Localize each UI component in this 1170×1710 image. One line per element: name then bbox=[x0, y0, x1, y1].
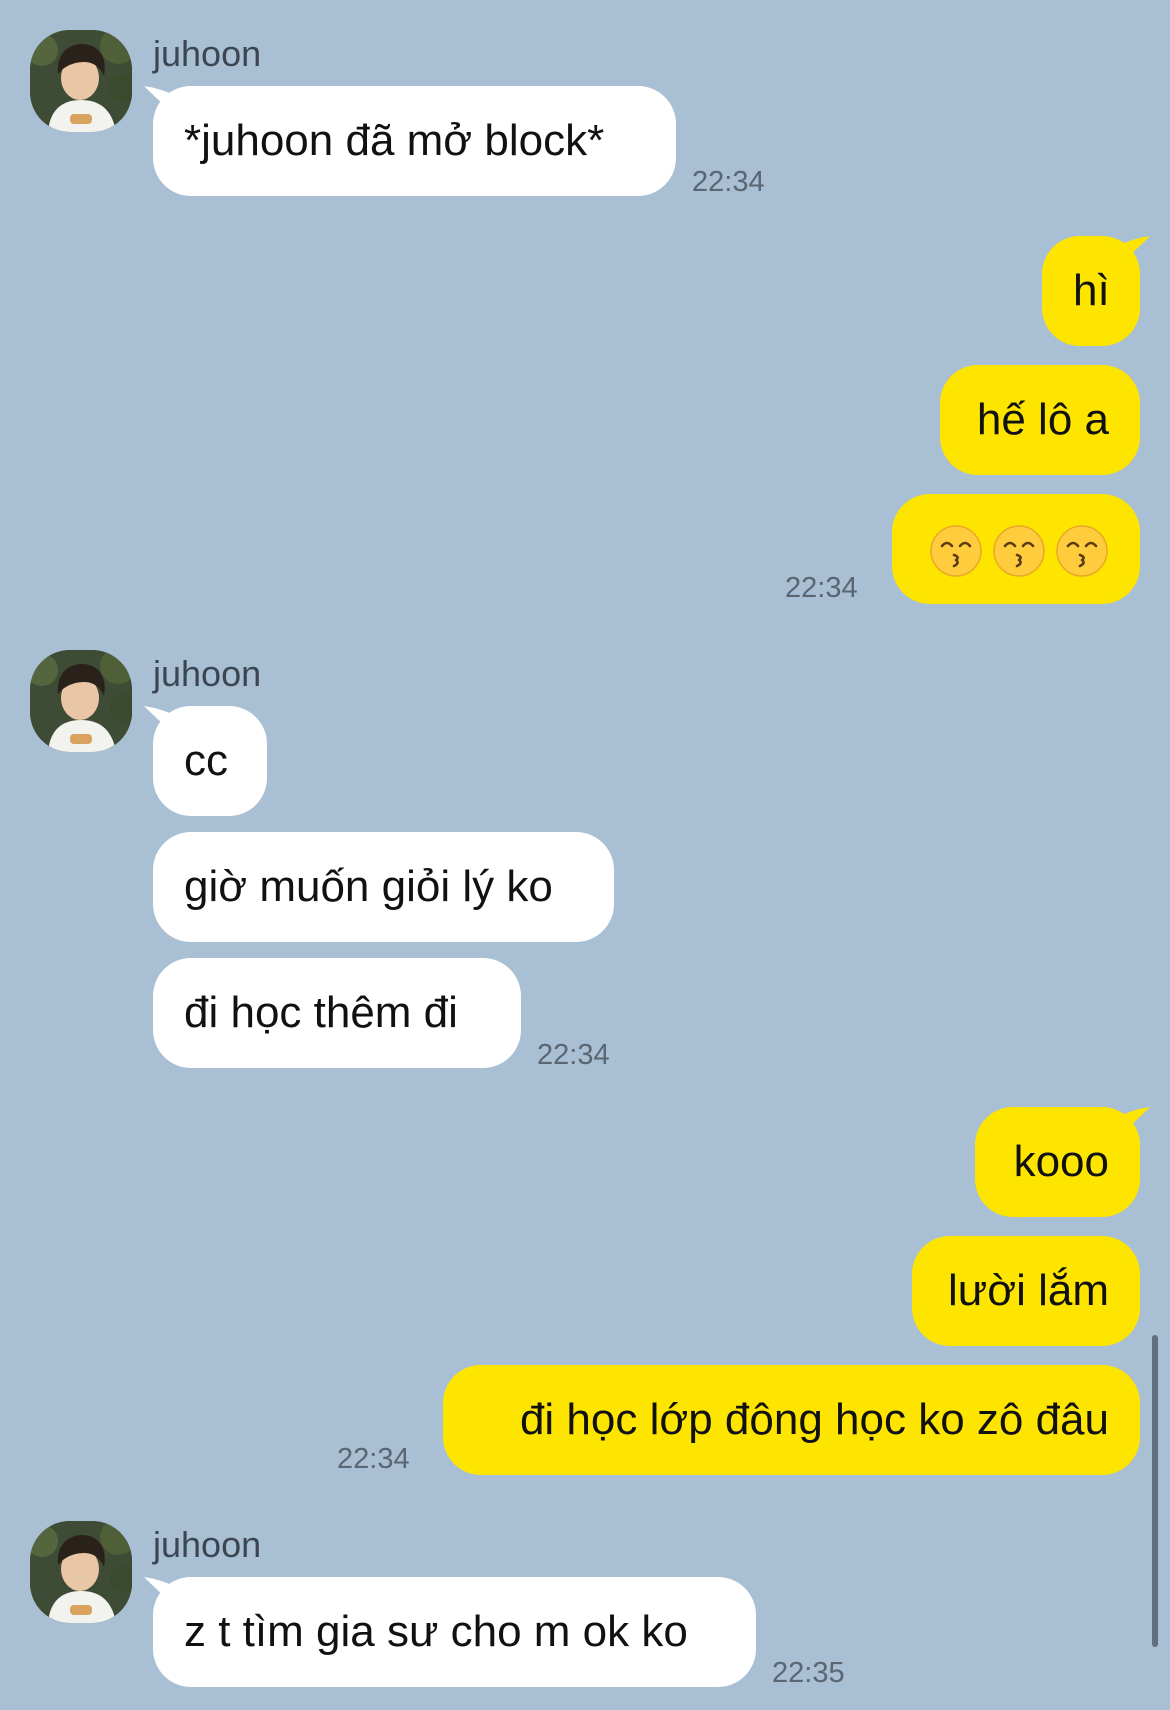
kissing-face-with-smiling-eyes-icon bbox=[1055, 524, 1109, 578]
contact-avatar[interactable] bbox=[30, 650, 132, 752]
message-timestamp: 22:34 bbox=[692, 166, 765, 198]
sender-name: juhoon bbox=[153, 1524, 262, 1565]
scrollbar[interactable] bbox=[1152, 1335, 1158, 1647]
message-bubble[interactable]: kooo bbox=[975, 1107, 1140, 1217]
sender-name: juhoon bbox=[153, 33, 262, 74]
message-bubble[interactable]: lười lắm bbox=[912, 1236, 1140, 1346]
kissing-face-with-smiling-eyes-icon bbox=[929, 524, 983, 578]
message-bubble[interactable]: giờ muốn giỏi lý ko bbox=[153, 832, 614, 942]
message-bubble[interactable]: *juhoon đã mở block* bbox=[153, 86, 676, 196]
message-timestamp: 22:34 bbox=[537, 1039, 610, 1071]
kissing-face-with-smiling-eyes-icon bbox=[992, 524, 1046, 578]
message-timestamp: 22:34 bbox=[337, 1443, 410, 1475]
message-timestamp: 22:35 bbox=[772, 1657, 845, 1689]
sender-name: juhoon bbox=[153, 653, 262, 694]
emoji-message-bubble[interactable] bbox=[892, 494, 1140, 604]
message-bubble[interactable]: hế lô a bbox=[940, 365, 1140, 475]
message-bubble[interactable]: z t tìm gia sư cho m ok ko bbox=[153, 1577, 756, 1687]
contact-avatar[interactable] bbox=[30, 1521, 132, 1623]
message-bubble[interactable]: hì bbox=[1042, 236, 1140, 346]
message-timestamp: 22:34 bbox=[785, 572, 858, 604]
contact-avatar[interactable] bbox=[30, 30, 132, 132]
message-bubble[interactable]: đi học thêm đi bbox=[153, 958, 521, 1068]
message-bubble[interactable]: cc bbox=[153, 706, 267, 816]
message-bubble[interactable]: đi học lớp đông học ko zô đâu bbox=[443, 1365, 1140, 1475]
